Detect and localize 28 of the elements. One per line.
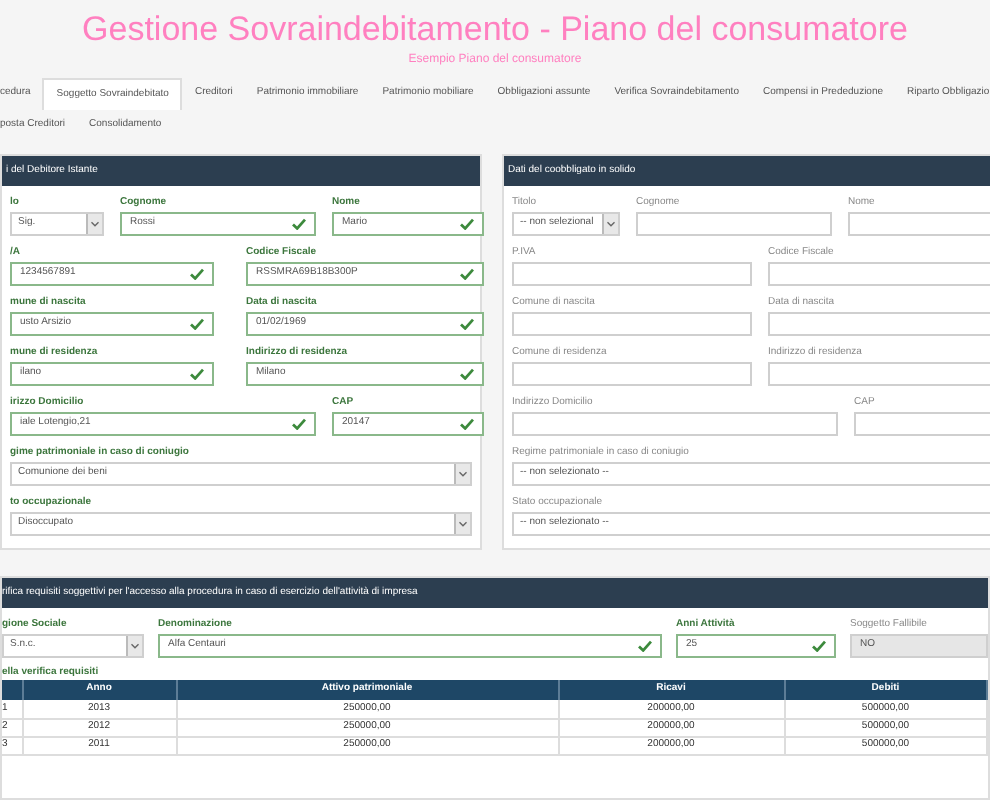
check-icon xyxy=(460,218,474,230)
input-field[interactable] xyxy=(512,362,752,386)
input-field[interactable] xyxy=(512,312,752,336)
check-icon xyxy=(292,218,306,230)
input-field[interactable] xyxy=(768,362,990,386)
input-field[interactable] xyxy=(848,212,990,236)
caret-icon xyxy=(454,514,470,534)
input-field[interactable] xyxy=(768,262,990,286)
input-field[interactable] xyxy=(636,212,832,236)
check-icon xyxy=(460,418,474,430)
caret-icon xyxy=(126,636,142,656)
check-icon xyxy=(292,418,306,430)
check-icon xyxy=(190,268,204,280)
check-icon xyxy=(812,640,826,652)
check-icon xyxy=(460,268,474,280)
check-icon xyxy=(460,318,474,330)
check-icon xyxy=(460,368,474,380)
page-title: Gestione Sovraindebitamento - Piano del consumatore xyxy=(82,10,908,50)
input-field[interactable] xyxy=(768,312,990,336)
caret-icon xyxy=(86,214,102,234)
check-icon xyxy=(638,640,652,652)
caret-icon xyxy=(454,464,470,484)
input-field[interactable] xyxy=(512,262,752,286)
check-icon xyxy=(190,318,204,330)
check-icon xyxy=(190,368,204,380)
input-field[interactable] xyxy=(854,412,990,436)
caret-icon xyxy=(602,214,618,234)
input-field[interactable] xyxy=(512,412,838,436)
